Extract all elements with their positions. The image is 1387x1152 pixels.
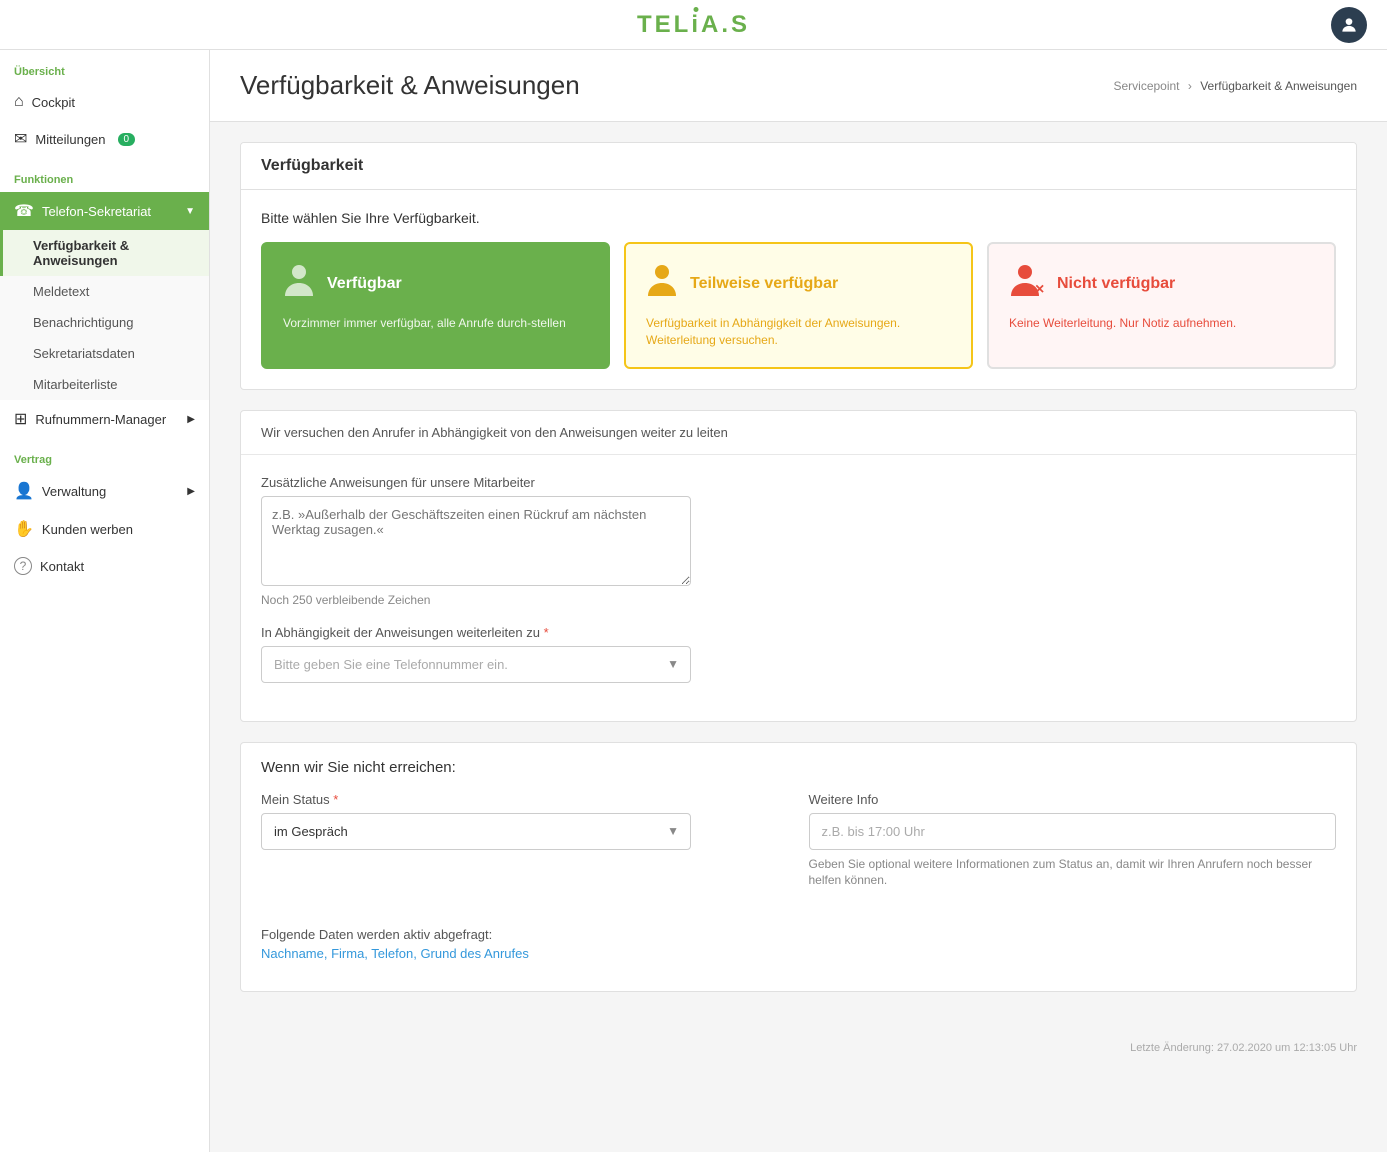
- sidebar-item-kontakt[interactable]: ? Kontakt: [0, 548, 209, 584]
- page-header: Verfügbarkeit & Anweisungen Servicepoint…: [210, 50, 1387, 122]
- status-select[interactable]: im Gespräch Nicht verfügbar Im Urlaub In…: [261, 813, 691, 850]
- breadcrumb-parent: Servicepoint: [1113, 79, 1179, 93]
- sidebar-sub-item-meldetext[interactable]: Meldetext: [0, 276, 209, 307]
- user-icon: 👤: [14, 481, 34, 501]
- cockpit-icon: ⌂: [14, 93, 24, 111]
- instructions-textarea[interactable]: [261, 496, 691, 586]
- avail-card-nicht-title: Nicht verfügbar: [1057, 275, 1175, 293]
- sidebar-sub-item-mitarbeiterliste[interactable]: Mitarbeiterliste: [0, 369, 209, 400]
- breadcrumb-separator: ›: [1188, 79, 1192, 93]
- availability-section: Verfügbarkeit Bitte wählen Sie Ihre Verf…: [240, 142, 1357, 390]
- availability-subtitle: Bitte wählen Sie Ihre Verfügbarkeit.: [261, 210, 1336, 226]
- avail-card-nicht-verfugbar[interactable]: × Nicht verfügbar Keine Weiterleitung. N…: [987, 242, 1336, 369]
- mail-icon: ✉: [14, 129, 27, 149]
- data-query-label: Folgende Daten werden aktiv abgefragt:: [261, 927, 1336, 942]
- data-query-values: Nachname, Firma, Telefon, Grund des Anru…: [261, 946, 1336, 961]
- avail-card-teilweise-title: Teilweise verfügbar: [690, 275, 838, 293]
- weitere-info-group: Weitere Info Geben Sie optional weitere …: [809, 792, 1337, 890]
- sidebar-item-kunden-label: Kunden werben: [42, 522, 133, 537]
- data-query-section: Folgende Daten werden aktiv abgefragt: N…: [261, 923, 1336, 971]
- status-required-marker: *: [333, 792, 338, 807]
- sidebar-item-cockpit-label: Cockpit: [32, 95, 75, 110]
- partial-section: Wir versuchen den Anrufer in Abhängigkei…: [240, 410, 1357, 722]
- availability-title: Verfügbarkeit: [241, 143, 1356, 190]
- sidebar-item-mitteilungen-label: Mitteilungen: [35, 132, 105, 147]
- sidebar-sub-item-sekretariatsdaten[interactable]: Sekretariatsdaten: [0, 338, 209, 369]
- main-content: Verfügbarkeit & Anweisungen Servicepoint…: [210, 50, 1387, 1152]
- forward-required-marker: *: [544, 625, 549, 640]
- person-icon-verfugbar: [283, 262, 315, 305]
- partial-note: Wir versuchen den Anrufer in Abhängigkei…: [241, 411, 1356, 455]
- instructions-group: Zusätzliche Anweisungen für unsere Mitar…: [261, 475, 1336, 607]
- app-logo: TELiA.S: [637, 11, 750, 39]
- user-avatar[interactable]: [1331, 7, 1367, 43]
- weitere-info-label: Weitere Info: [809, 792, 1337, 807]
- when-section: Wenn wir Sie nicht erreichen: Mein Statu…: [240, 742, 1357, 993]
- instructions-label: Zusätzliche Anweisungen für unsere Mitar…: [261, 475, 1336, 490]
- person-icon-teilweise: [646, 262, 678, 305]
- sidebar-item-cockpit[interactable]: ⌂ Cockpit: [0, 84, 209, 120]
- breadcrumb-current: Verfügbarkeit & Anweisungen: [1200, 79, 1357, 93]
- mitteilungen-badge: 0: [118, 133, 136, 146]
- forward-label: In Abhängigkeit der Anweisungen weiterle…: [261, 625, 1336, 640]
- sidebar-item-rufnummern[interactable]: ⊞ Rufnummern-Manager ▶: [0, 400, 209, 438]
- sidebar-item-telefon-sekretariat[interactable]: ☎ Telefon-Sekretariat ▼: [0, 192, 209, 230]
- forward-select-wrapper: Bitte geben Sie eine Telefonnummer ein. …: [261, 646, 691, 683]
- svg-text:×: ×: [1035, 281, 1044, 298]
- weitere-info-input[interactable]: [809, 813, 1337, 850]
- status-group: Mein Status * im Gespräch Nicht verfügba…: [261, 792, 789, 890]
- sidebar-item-kontakt-label: Kontakt: [40, 559, 84, 574]
- status-select-wrapper: im Gespräch Nicht verfügbar Im Urlaub In…: [261, 813, 691, 850]
- chevron-right-icon2: ▶: [187, 486, 195, 497]
- sidebar-item-verwaltung[interactable]: 👤 Verwaltung ▶: [0, 472, 209, 510]
- avail-card-verfugbar-desc: Vorzimmer immer verfügbar, alle Anrufe d…: [283, 315, 566, 332]
- app-header: TELiA.S: [0, 0, 1387, 50]
- breadcrumb: Servicepoint › Verfügbarkeit & Anweisung…: [1113, 79, 1357, 93]
- forward-group: In Abhängigkeit der Anweisungen weiterle…: [261, 625, 1336, 683]
- avail-card-verfugbar-title: Verfügbar: [327, 275, 402, 293]
- sidebar-item-rufnummern-label: Rufnummern-Manager: [35, 412, 166, 427]
- question-icon: ?: [14, 557, 32, 575]
- avail-card-teilweise-desc: Verfügbarkeit in Abhängigkeit der Anweis…: [646, 315, 951, 349]
- phone-icon: ☎: [14, 201, 34, 221]
- status-label: Mein Status *: [261, 792, 789, 807]
- info-text: Geben Sie optional weitere Informationen…: [809, 856, 1337, 890]
- sidebar-sub-item-verfugbarkeit[interactable]: Verfügbarkeit & Anweisungen: [0, 230, 209, 276]
- hand-icon: ✋: [14, 519, 34, 539]
- person-icon-nicht-verfugbar: ×: [1009, 262, 1045, 305]
- sidebar-section-functions: Funktionen: [0, 158, 209, 192]
- availability-cards: Verfügbar Vorzimmer immer verfügbar, all…: [261, 242, 1336, 369]
- when-title: Wenn wir Sie nicht erreichen:: [241, 743, 1356, 792]
- sidebar-item-kunden-werben[interactable]: ✋ Kunden werben: [0, 510, 209, 548]
- sidebar-sub-item-benachrichtigung[interactable]: Benachrichtigung: [0, 307, 209, 338]
- char-count: Noch 250 verbleibende Zeichen: [261, 593, 1336, 607]
- avail-card-verfugbar[interactable]: Verfügbar Vorzimmer immer verfügbar, all…: [261, 242, 610, 369]
- grid-icon: ⊞: [14, 409, 27, 429]
- page-title: Verfügbarkeit & Anweisungen: [240, 70, 580, 101]
- sidebar-section-contract: Vertrag: [0, 438, 209, 472]
- sidebar-item-verwaltung-label: Verwaltung: [42, 484, 106, 499]
- avail-card-nicht-desc: Keine Weiterleitung. Nur Notiz aufnehmen…: [1009, 315, 1236, 332]
- sidebar-item-telefon-label: Telefon-Sekretariat: [42, 204, 151, 219]
- sidebar-item-mitteilungen[interactable]: ✉ Mitteilungen 0: [0, 120, 209, 158]
- sidebar: Übersicht ⌂ Cockpit ✉ Mitteilungen 0 Fun…: [0, 50, 210, 1152]
- chevron-down-icon: ▼: [185, 206, 195, 217]
- forward-phone-select[interactable]: Bitte geben Sie eine Telefonnummer ein.: [261, 646, 691, 683]
- sidebar-section-overview: Übersicht: [0, 50, 209, 84]
- avail-card-teilweise[interactable]: Teilweise verfügbar Verfügbarkeit in Abh…: [624, 242, 973, 369]
- footer-timestamp: Letzte Änderung: 27.02.2020 um 12:13:05 …: [210, 1032, 1387, 1064]
- chevron-right-icon: ▶: [187, 414, 195, 425]
